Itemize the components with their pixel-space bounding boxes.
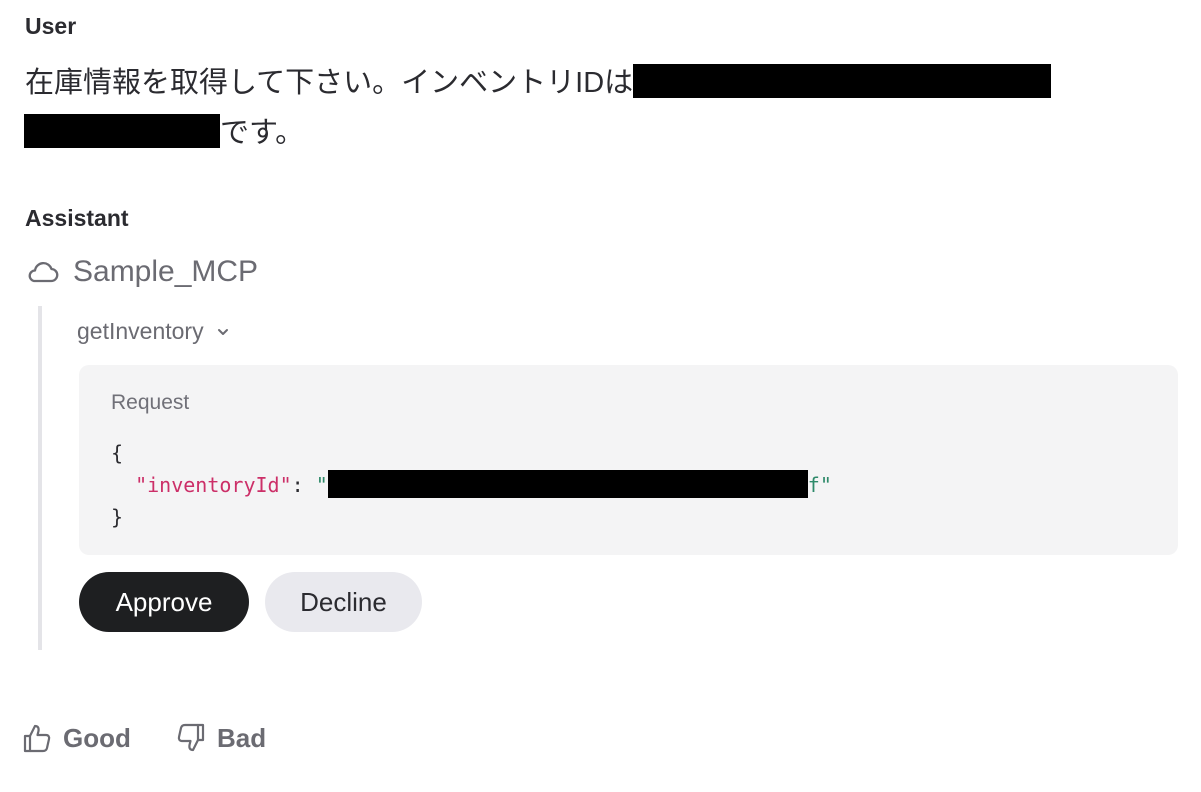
user-message-text-end: です。 xyxy=(220,117,305,149)
bad-feedback-button[interactable]: Bad xyxy=(176,722,266,754)
thumbs-down-icon xyxy=(176,722,206,754)
good-label: Good xyxy=(63,722,131,753)
json-colon: : xyxy=(291,473,316,497)
json-close-brace: } xyxy=(111,505,124,529)
json-value-open: " xyxy=(315,473,328,497)
chevron-down-icon xyxy=(216,325,230,339)
user-role-label: User xyxy=(25,13,77,39)
json-open-brace: { xyxy=(111,441,124,465)
request-json: { "inventoryId": " f" } xyxy=(111,437,832,533)
thumbs-up-icon xyxy=(22,722,52,754)
mcp-server-name: Sample_MCP xyxy=(73,255,259,288)
request-box: Request { "inventoryId": " f" } xyxy=(79,365,1178,555)
mcp-server-header: Sample_MCP xyxy=(25,255,258,289)
json-value-close: f" xyxy=(807,473,832,497)
tool-call-panel: getInventory Request { "inventoryId": " f… xyxy=(38,306,1182,650)
good-feedback-button[interactable]: Good xyxy=(22,722,131,754)
bad-label: Bad xyxy=(217,722,267,753)
redaction-block xyxy=(633,64,1052,98)
json-key: "inventoryId" xyxy=(135,473,292,497)
function-name: getInventory xyxy=(77,318,204,344)
redaction-block xyxy=(327,470,808,498)
request-label: Request xyxy=(111,391,190,414)
decline-button[interactable]: Decline xyxy=(265,572,422,632)
user-message: 在庫情報を取得して下さい。インベントリIDはです。 xyxy=(24,58,1135,158)
user-message-text: 在庫情報を取得して下さい。インベントリIDは xyxy=(25,67,634,99)
function-toggle[interactable]: getInventory xyxy=(77,318,230,345)
cloud-icon xyxy=(25,258,59,286)
redaction-block xyxy=(24,114,220,148)
approve-button[interactable]: Approve xyxy=(79,572,249,632)
assistant-role-label: Assistant xyxy=(25,205,129,231)
